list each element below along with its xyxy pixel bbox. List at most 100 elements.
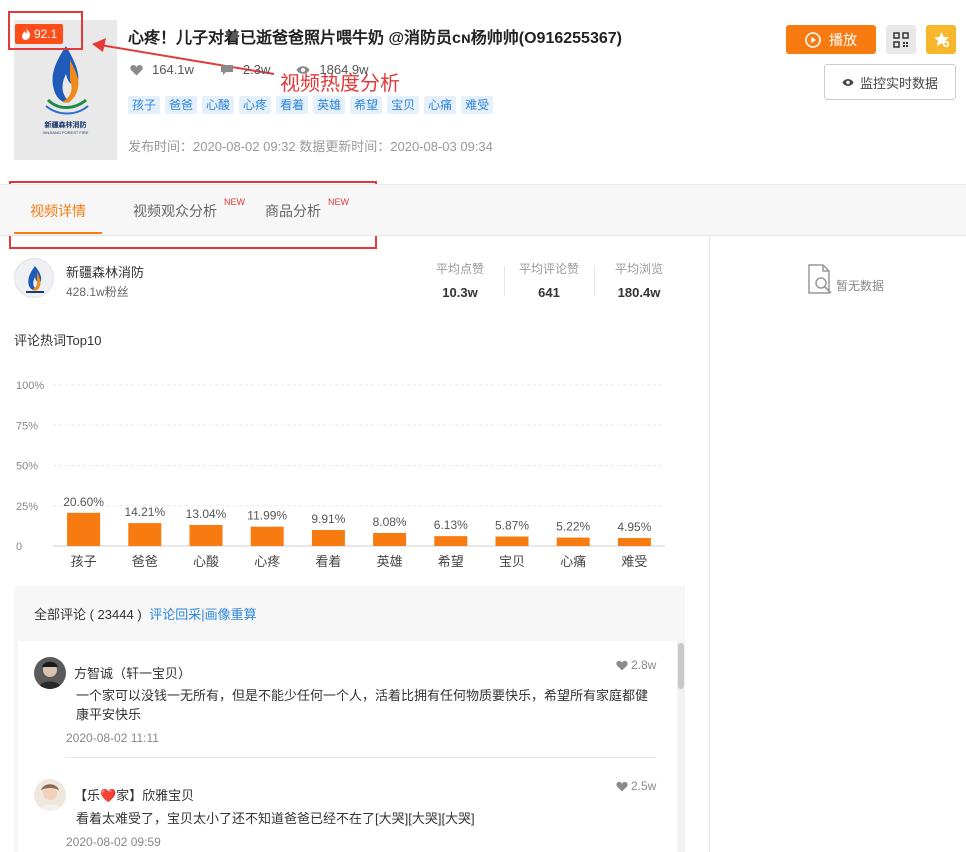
x-tick-label: 孩子 [71,555,97,570]
comment-user: 方智诚（轩一宝贝） [74,666,192,681]
comments-stat: 2.3w [220,62,270,77]
tab-product-analysis[interactable]: 商品分析 NEW [265,185,349,237]
video-title: 心疼！儿子对着已逝爸爸照片喂牛奶 @消防员ᴄɴ杨帅帅(O916255367) [128,30,622,47]
comments-count: 2.3w [242,62,271,77]
bar [311,530,345,546]
avg-comment-likes: 平均评论赞 641 [514,260,584,300]
avg-divider [594,266,595,296]
comment-like-count: 2.5w [631,779,657,793]
tab-label: 商品分析 [265,203,321,219]
qrcode-icon [893,31,909,48]
author-name[interactable]: 新疆森林消防 [66,262,144,281]
bar-value-label: 5.22% [556,520,590,534]
video-detail-page: 新疆森林消防 XINJIANG FOREST FIRE 92.1 视频热度分析 … [0,0,966,852]
comment-avatar[interactable] [34,779,66,811]
bar-value-label: 4.95% [617,520,651,534]
avg-value: 641 [538,285,560,300]
qrcode-button[interactable] [886,25,916,54]
bar-value-label: 20.60% [63,495,104,509]
tag-chip[interactable]: 难受 [461,96,494,114]
views-stat: 1864.9w [296,62,369,77]
eye-icon [296,65,310,74]
comment-likes[interactable]: 2.5w [616,779,656,793]
annotation-box-heat [8,11,83,50]
comment-date: 2020-08-02 11:11 [66,731,159,745]
fire-logo-icon [45,46,89,115]
tab-label: 视频详情 [30,203,86,219]
panel-divider [709,236,710,852]
avg-divider [504,266,505,296]
bar [189,525,223,546]
comments-scrollbar[interactable] [677,641,685,852]
comments-total: 全部评论 ( 23444 ) [34,607,142,622]
x-tick-label: 爸爸 [132,555,158,570]
tag-chip[interactable]: 心疼 [239,96,272,114]
avg-likes: 平均点赞 10.3w [425,260,495,300]
tag-chip[interactable]: 爸爸 [165,96,198,114]
comment-like-count: 2.8w [631,658,657,672]
y-tick-label: 25% [16,501,38,513]
hotword-bar-chart: 0 25% 50% 75% 100% 20.60% 孩子 14.21% 爸爸 13.04% 心酸 11… [16,380,665,570]
bar [128,523,162,546]
comment-likes[interactable]: 2.8w [616,658,656,672]
favorite-button[interactable] [926,25,956,54]
avg-views: 平均浏览 180.4w [604,260,674,300]
tag-chip[interactable]: 心痛 [424,96,457,114]
y-tick-label: 50% [16,461,38,473]
y-tick-label: 75% [16,420,38,432]
author-fans: 428.1w粉丝 [66,285,129,299]
thumbnail-logo-subtext: XINJIANG FOREST FIRE [42,130,89,135]
heart-icon [616,660,628,671]
comment-icon [220,64,233,75]
tag-chip[interactable]: 英雄 [313,96,346,114]
play-button[interactable]: 播放 [786,25,876,54]
empty-text: 暂无数据 [836,279,885,293]
bar-value-label: 9.91% [311,512,345,526]
y-tick-label: 0 [16,541,22,553]
bar [373,532,407,546]
user-photo-icon [34,779,66,811]
comment-date: 2020-08-02 09:59 [66,835,161,849]
no-data-icon [808,264,832,294]
star-icon [933,32,949,48]
play-icon [805,31,821,48]
user-photo-icon [34,657,66,689]
x-tick-label: 心痛 [560,554,586,570]
monitor-realtime-button[interactable]: 监控实时数据 [824,64,956,100]
comments-panel: 全部评论 ( 23444 ) 评论回采|画像重算 方智诚（轩一宝贝） 2.8w … [14,586,685,852]
eye-icon [842,78,854,86]
x-tick-label: 英雄 [377,555,403,570]
bar-value-label: 11.99% [247,509,287,523]
comments-list[interactable]: 方智诚（轩一宝贝） 2.8w 一个家可以没钱一无所有，但是不能少任何一个人，活着… [18,641,685,852]
heart-icon [616,781,628,792]
tag-chip[interactable]: 心酸 [202,96,235,114]
bar-value-label: 5.87% [495,519,529,533]
tab-audience-analysis[interactable]: 视频观众分析 NEW [133,185,245,237]
likes-stat: 164.1w [130,62,194,77]
scrollbar-thumb[interactable] [678,643,684,689]
comment-avatar[interactable] [34,657,66,689]
empty-state: 暂无数据 [806,264,884,296]
tab-video-details[interactable]: 视频详情 [30,185,86,237]
tab-bar: 视频详情 视频观众分析 NEW 商品分析 NEW [0,184,966,236]
comment-divider [66,757,656,758]
comment-user: 【乐❤️家】欣雅宝贝 [74,788,195,803]
avg-value: 10.3w [442,285,478,300]
author-avatar[interactable] [14,258,54,298]
x-tick-label: 看着 [315,554,341,570]
avg-label: 平均浏览 [614,262,663,276]
monitor-label: 监控实时数据 [859,75,938,91]
bar [556,537,590,546]
avg-value: 180.4w [617,285,661,300]
views-count: 1864.9w [319,62,369,77]
active-tab-indicator [14,232,102,234]
tag-chip[interactable]: 孩子 [128,96,161,114]
bar-value-label: 14.21% [124,505,165,519]
tag-chip[interactable]: 宝贝 [387,96,420,114]
likes-count: 164.1w [152,62,194,77]
chart-title: 评论热词Top10 [14,333,102,348]
comments-recollect-link[interactable]: 评论回采|画像重算 [149,607,256,622]
tag-chip[interactable]: 看着 [276,96,309,114]
bar [67,512,101,546]
tag-chip[interactable]: 希望 [350,96,383,114]
